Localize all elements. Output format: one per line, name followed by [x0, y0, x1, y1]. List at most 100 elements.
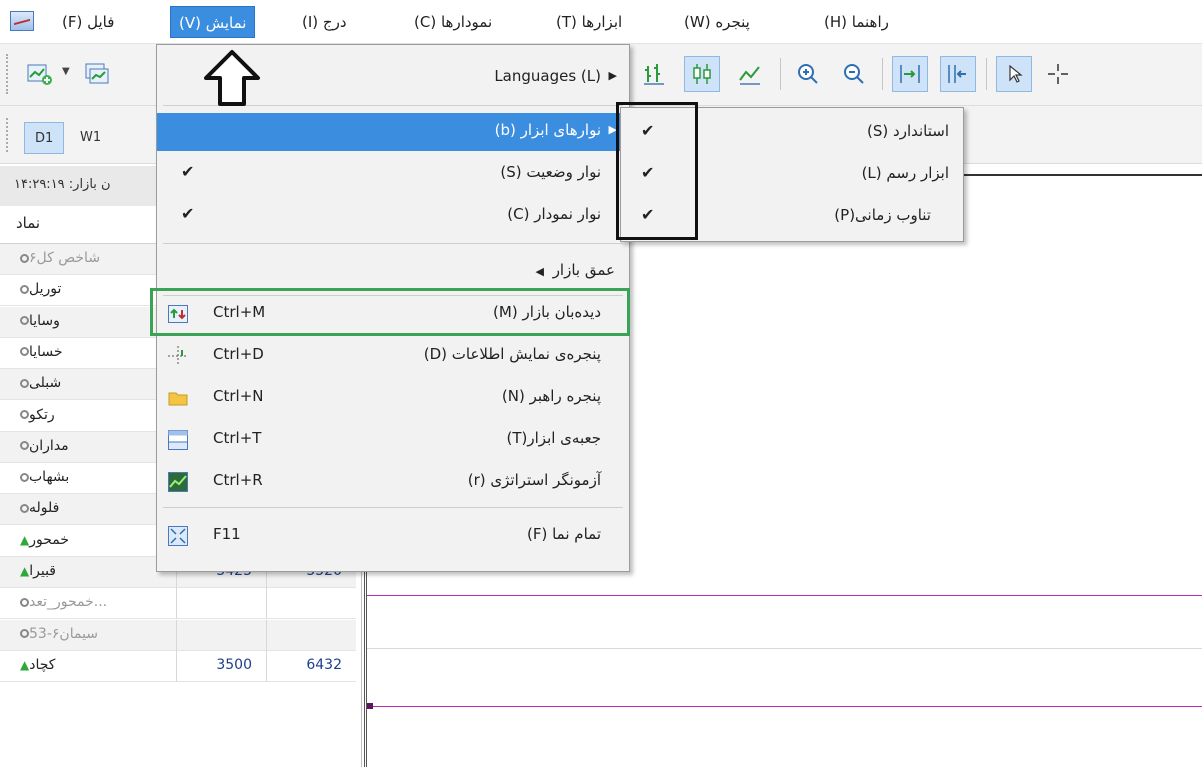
menu-item-strategy-tester[interactable]: Ctrl+R آزمونگر استراتژی (r): [157, 463, 629, 501]
app-icon: [10, 11, 34, 31]
shortcut-label: Ctrl+R: [213, 471, 263, 489]
symbol-label: شبلی: [29, 375, 62, 392]
candlestick-icon[interactable]: [684, 56, 720, 92]
menu-item-label: نوار نمودار (C): [507, 205, 601, 223]
toolbox-icon: [167, 429, 189, 451]
line-chart-icon[interactable]: [732, 56, 768, 92]
status-dot-icon: [20, 629, 29, 639]
menu-item-label: Languages (L): [494, 67, 601, 85]
toolbar-grip[interactable]: [6, 54, 10, 94]
column-header-symbol[interactable]: نماد: [16, 214, 40, 232]
submenu-item-label: تناوب زمانی(P): [834, 206, 931, 224]
status-dot-icon: [20, 410, 29, 419]
symbol-name: رتکو: [14, 407, 55, 423]
auto-scroll-icon[interactable]: [892, 56, 928, 92]
menu-item-label: تمام نما (F): [526, 525, 601, 543]
chart-price-line: [367, 706, 1202, 707]
symbol-label: مداران: [29, 437, 69, 454]
menu-item-market-depth[interactable]: عمق بازار ◀: [157, 253, 629, 291]
up-arrow-icon: [204, 50, 260, 106]
data-window-icon: [167, 345, 189, 367]
symbol-name: شبلی: [14, 375, 61, 391]
profiles-icon[interactable]: [78, 56, 114, 92]
full-screen-icon: [167, 525, 189, 547]
symbol-label: کچاد: [29, 656, 56, 673]
cursor-icon[interactable]: [996, 56, 1032, 92]
symbol-name: ...خمحور_تعد: [14, 594, 107, 610]
status-dot-icon: [20, 316, 29, 326]
symbol-name: شاخص کل۶: [14, 250, 100, 266]
status-dot-icon: [20, 441, 29, 451]
table-row[interactable]: ...خمحور_تعد: [0, 588, 356, 620]
ask-value: 6432: [306, 656, 342, 673]
symbol-label: فلوله: [29, 500, 60, 517]
symbol-name: فلوله: [14, 500, 59, 516]
menu-item-label: جعبه‌ی ابزار(T): [506, 429, 602, 447]
chart-shift-icon[interactable]: [940, 56, 976, 92]
symbol-label: بشهاب: [29, 469, 70, 486]
symbol-name: سیمان۶-53: [14, 626, 98, 642]
up-arrow-icon: ▲: [20, 532, 30, 547]
symbol-label: رتکو: [29, 406, 55, 423]
menu-item-toolbox[interactable]: Ctrl+T جعبه‌ی ابزار(T): [157, 421, 629, 459]
symbol-name: خسایا: [14, 344, 63, 360]
symbol-name: توریل: [14, 281, 61, 297]
status-dot-icon: [20, 597, 29, 607]
menu-item-label: نوارهای ابزار (b): [494, 121, 601, 139]
up-arrow-icon: ▲: [20, 657, 30, 672]
up-arrow-icon: ▲: [20, 564, 30, 578]
status-dot-icon: [20, 347, 29, 357]
menu-bar: فایل (F) نمایش (V) درج (I) نمودارها (C) …: [0, 0, 1202, 44]
menu-window[interactable]: پنجره (W): [676, 6, 758, 38]
symbol-label: توریل: [29, 281, 62, 298]
symbol-name: وسایا: [14, 313, 60, 329]
annotation-highlight-box: [150, 288, 630, 336]
menu-file[interactable]: فایل (F): [54, 6, 122, 38]
chevron-down-icon[interactable]: ▼: [62, 66, 70, 77]
menu-charts[interactable]: نمودارها (C): [406, 6, 500, 38]
menu-insert[interactable]: درج (I): [294, 6, 355, 38]
strategy-tester-icon: [167, 471, 189, 493]
menu-tools[interactable]: ابزارها (T): [548, 6, 630, 38]
menu-item-chart-bar[interactable]: ✔ نوار نمودار (C): [157, 197, 629, 235]
status-dot-icon: [20, 253, 29, 263]
bar-chart-icon[interactable]: [636, 56, 672, 92]
menu-item-toolbars[interactable]: ▶ نوارهای ابزار (b): [157, 113, 629, 151]
timeframe-d1-button[interactable]: D1: [24, 122, 65, 154]
menu-item-label: پنجره راهبر (N): [501, 387, 601, 405]
menu-item-status-bar[interactable]: ✔ نوار وضعیت (S): [157, 155, 629, 193]
table-row[interactable]: سیمان۶-53: [0, 619, 356, 651]
symbol-label: خسایا: [29, 343, 63, 360]
status-dot-icon: [20, 503, 29, 513]
checkmark-icon: ✔: [181, 162, 195, 181]
zoom-in-icon[interactable]: [790, 56, 826, 92]
menu-item-data-window[interactable]: Ctrl+D پنجره‌ی نمایش اطلاعات (D): [157, 337, 629, 375]
symbol-name: کچاد▲: [14, 657, 55, 673]
menu-item-navigator[interactable]: Ctrl+N پنجره راهبر (N): [157, 379, 629, 417]
toolbar-grip[interactable]: [6, 118, 10, 152]
crosshair-icon[interactable]: [1040, 56, 1076, 92]
menu-item-label: نوار وضعیت (S): [500, 163, 601, 181]
menu-item-label: پنجره‌ی نمایش اطلاعات (D): [423, 345, 601, 363]
symbol-name: خمحور▲: [14, 532, 69, 548]
shortcut-label: Ctrl+D: [213, 345, 264, 363]
symbol-label: وسایا: [29, 312, 60, 329]
menu-help[interactable]: راهنما (H): [816, 6, 897, 38]
timeframe-w1-button[interactable]: W1: [70, 122, 111, 154]
menu-item-label: آزمونگر استراتژی (r): [467, 471, 601, 489]
zoom-out-icon[interactable]: [836, 56, 872, 92]
submenu-item-label: استاندارد (S): [867, 122, 949, 140]
table-row[interactable]: کچاد▲ 3500 6432: [0, 650, 356, 682]
menu-item-label: عمق بازار ◀: [535, 261, 615, 279]
menu-view[interactable]: نمایش (V): [170, 6, 256, 38]
menu-item-full-screen[interactable]: F11 تمام نما (F): [157, 517, 629, 555]
submenu-item-label: ابزار رسم (L): [861, 164, 949, 182]
bid-value: 3500: [216, 656, 252, 673]
new-chart-icon[interactable]: [22, 56, 58, 92]
market-depth-label: عمق بازار: [552, 261, 615, 279]
status-dot-icon: [20, 472, 29, 482]
symbol-name: قبیرا▲: [14, 563, 56, 579]
chart-grid-line: [367, 648, 1202, 649]
folder-icon: [167, 387, 189, 409]
symbol-label: ...خمحور_تعد: [29, 594, 108, 611]
